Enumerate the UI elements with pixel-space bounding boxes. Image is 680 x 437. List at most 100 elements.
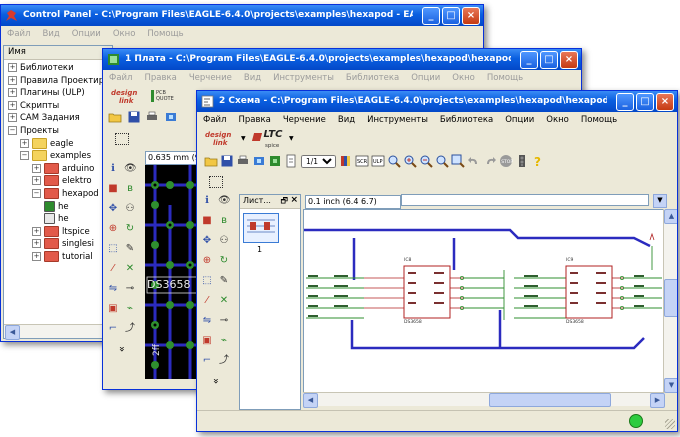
save-icon[interactable] — [220, 154, 234, 168]
pinswap-icon[interactable]: ⊸ — [218, 315, 230, 327]
info-icon[interactable]: ℹ — [201, 195, 213, 207]
mark-icon[interactable]: ʙ — [218, 215, 230, 227]
minimize-icon[interactable]: _ — [520, 51, 538, 69]
copy-icon[interactable]: ⚇ — [124, 203, 136, 215]
expand-icon[interactable]: + — [32, 252, 41, 261]
minimize-icon[interactable]: _ — [616, 93, 634, 111]
group-icon[interactable]: ⬚ — [107, 243, 119, 255]
expand-icon[interactable]: + — [8, 75, 17, 85]
save-icon[interactable] — [127, 110, 141, 124]
delete-icon[interactable]: ✕ — [218, 295, 230, 307]
ltspice-logo[interactable]: LTC spice — [251, 130, 282, 150]
value-icon[interactable]: ⌐ — [201, 355, 213, 367]
menu-library[interactable]: Библиотека — [434, 115, 499, 125]
change-icon[interactable]: ✎ — [124, 243, 136, 255]
scroll-left-icon[interactable]: ◀ — [5, 325, 20, 340]
show-icon[interactable]: 👁 — [124, 163, 137, 175]
smash-icon[interactable]: ⤴ — [218, 355, 230, 367]
open-folder-icon[interactable] — [204, 154, 218, 168]
sheet-icon[interactable] — [284, 154, 298, 168]
tree-item[interactable]: − Проекты — [4, 125, 59, 137]
expand-icon[interactable]: + — [8, 63, 17, 72]
tree-item[interactable]: + tutorial — [4, 251, 93, 263]
menu-file[interactable]: Файл — [103, 73, 138, 83]
menu-edit[interactable]: Правка — [232, 115, 276, 125]
more-tools-chevron-icon[interactable]: » — [115, 343, 127, 355]
maximize-icon[interactable]: □ — [636, 93, 654, 111]
command-dropdown-icon[interactable]: ▼ — [653, 194, 667, 208]
menu-options[interactable]: Опции — [66, 29, 107, 39]
collapse-icon[interactable]: − — [8, 126, 17, 135]
menu-draw[interactable]: Черчение — [277, 115, 332, 125]
menu-tools[interactable]: Инструменты — [361, 115, 434, 125]
menu-view[interactable]: Вид — [36, 29, 65, 39]
menu-view[interactable]: Вид — [238, 73, 267, 83]
menu-help[interactable]: Помощь — [481, 73, 529, 83]
mirror-icon[interactable]: ⊕ — [201, 255, 213, 267]
scroll-thumb-vertical[interactable] — [664, 279, 677, 317]
scroll-left-icon[interactable]: ◀ — [303, 393, 318, 408]
tree-item[interactable]: + singlesi — [4, 238, 94, 250]
scroll-up-icon[interactable]: ▲ — [664, 209, 677, 224]
menu-help[interactable]: Помощь — [575, 115, 623, 125]
undo-icon[interactable] — [467, 154, 481, 168]
tree-item[interactable]: + Плагины (ULP) — [4, 87, 85, 99]
copy-icon[interactable]: ⚇ — [218, 235, 230, 247]
menu-options[interactable]: Опции — [499, 115, 540, 125]
tree-item[interactable]: + Правила Проектир — [4, 75, 104, 87]
menu-help[interactable]: Помощь — [141, 29, 189, 39]
ulp-icon[interactable]: ULP — [371, 154, 385, 168]
minimize-icon[interactable]: _ — [422, 7, 440, 25]
move-icon[interactable]: ✥ — [201, 235, 213, 247]
zoom-fit-icon[interactable] — [387, 154, 401, 168]
add-icon[interactable]: ⇋ — [107, 283, 119, 295]
schematic-titlebar[interactable]: 2 Схема - C:\Program Files\EAGLE-6.4.0\p… — [197, 91, 677, 112]
tree-item[interactable]: − hexapod — [4, 188, 99, 200]
replace-icon[interactable]: ▣ — [201, 335, 213, 347]
schematic-horizontal-scrollbar[interactable]: ◀ ▶ — [303, 392, 665, 408]
name-icon[interactable]: ⌁ — [218, 335, 230, 347]
collapse-icon[interactable]: − — [32, 189, 41, 198]
pcb-quote-logo[interactable]: PCB QUOTE — [151, 90, 174, 102]
tree-item[interactable]: + ltspice — [4, 225, 90, 238]
menu-options[interactable]: Опции — [405, 73, 446, 83]
menu-window[interactable]: Окно — [107, 29, 142, 39]
info-icon[interactable]: ℹ — [107, 163, 119, 175]
value-icon[interactable]: ⌐ — [107, 323, 119, 335]
expand-icon[interactable]: + — [32, 239, 41, 249]
scroll-thumb-horizontal[interactable] — [489, 393, 611, 407]
menu-edit[interactable]: Правка — [138, 73, 182, 83]
delete-icon[interactable]: ✕ — [124, 263, 136, 275]
cam-icon[interactable] — [252, 154, 266, 168]
menu-file[interactable]: Файл — [1, 29, 36, 39]
board-grid-button[interactable] — [115, 133, 129, 145]
redo-icon[interactable] — [483, 154, 497, 168]
close-icon[interactable]: × — [462, 7, 480, 25]
tree-item[interactable]: + Библиотеки — [4, 62, 74, 74]
stop-icon[interactable]: STOP — [499, 154, 513, 168]
schematic-vertical-scrollbar[interactable]: ▲ ▼ — [663, 209, 677, 393]
go-icon[interactable] — [515, 154, 529, 168]
pinswap-icon[interactable]: ⊸ — [124, 283, 136, 295]
switch-board-icon[interactable] — [268, 154, 282, 168]
maximize-icon[interactable]: □ — [442, 7, 460, 25]
schematic-grid-button[interactable] — [209, 176, 223, 188]
menu-window[interactable]: Окно — [540, 115, 575, 125]
expand-icon[interactable]: + — [8, 88, 17, 98]
schematic-canvas[interactable]: IC8 IC9 DS3658 DS3658 — [303, 209, 665, 393]
menu-file[interactable]: Файл — [197, 115, 232, 125]
close-icon[interactable]: × — [560, 51, 578, 69]
control-panel-titlebar[interactable]: Control Panel - C:\Program Files\EAGLE-6… — [1, 5, 483, 26]
expand-icon[interactable]: + — [32, 176, 41, 186]
change-icon[interactable]: ✎ — [218, 275, 230, 287]
zoom-out-icon[interactable] — [419, 154, 433, 168]
board-titlebar[interactable]: 1 Плата - C:\Program Files\EAGLE-6.4.0\p… — [103, 49, 581, 70]
ltspice-dropdown-icon[interactable]: ▼ — [289, 135, 294, 142]
open-folder-icon[interactable] — [108, 110, 122, 124]
expand-icon[interactable]: + — [32, 163, 41, 173]
sheet-thumbnail[interactable] — [243, 213, 279, 243]
print-icon[interactable] — [145, 110, 159, 124]
zoom-redraw-icon[interactable] — [435, 154, 449, 168]
menu-view[interactable]: Вид — [332, 115, 361, 125]
more-tools-chevron-icon[interactable]: » — [209, 375, 221, 387]
